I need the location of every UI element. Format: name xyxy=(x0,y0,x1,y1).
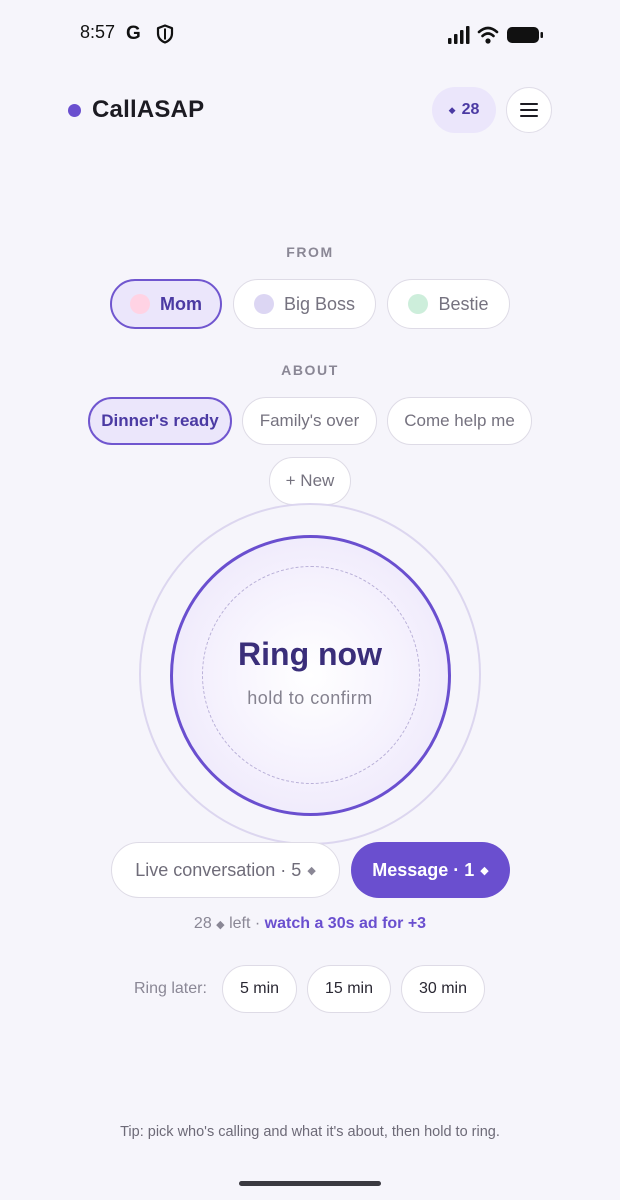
caller-chip-bestie[interactable]: Bestie xyxy=(387,279,510,329)
credits-remaining-count: 28 xyxy=(193,915,212,932)
signal-icon xyxy=(448,26,470,44)
home-indicator[interactable] xyxy=(239,1181,381,1186)
ring-later-15-min[interactable]: 15 min xyxy=(307,965,391,1013)
caller-color-dot xyxy=(130,294,150,314)
diamond-icon: ◆ xyxy=(216,919,225,931)
caller-name: Big Boss xyxy=(283,293,356,314)
watch-ad-link[interactable]: watch a 30s ad for +3 xyxy=(265,915,426,932)
topic-chip-familys-over[interactable]: Family's over xyxy=(242,397,377,445)
topic-chip-come-help-me[interactable]: Come help me xyxy=(387,397,532,445)
battery-icon xyxy=(507,27,543,43)
credits-left-text: left · xyxy=(229,915,261,932)
topic-name: Dinner's ready xyxy=(101,411,219,430)
topic-name: Family's over xyxy=(259,411,360,430)
new-topic-label: + New xyxy=(285,471,335,490)
caller-chip-big-boss[interactable]: Big Boss xyxy=(233,279,376,329)
diamond-icon: ◆ xyxy=(448,104,456,115)
google-icon: G xyxy=(126,23,141,44)
hamburger-icon xyxy=(520,103,538,117)
diamond-icon: ◆ xyxy=(307,864,316,877)
mode-label: Live conversation · 5 xyxy=(135,859,302,880)
status-icons xyxy=(448,26,543,44)
wifi-icon xyxy=(477,26,499,38)
brand-dot xyxy=(68,104,81,117)
caller-color-dot xyxy=(408,294,429,314)
later-option-label: 30 min xyxy=(418,980,468,997)
from-label: FROM xyxy=(286,244,334,260)
credits-count: 28 xyxy=(461,101,480,118)
hold-hint: hold to confirm xyxy=(247,688,373,708)
diamond-icon: ◆ xyxy=(480,864,489,877)
about-label: ABOUT xyxy=(281,362,339,378)
ring-later-5-min[interactable]: 5 min xyxy=(222,965,297,1013)
caller-chip-mom[interactable]: Mom xyxy=(110,279,222,329)
message-button[interactable]: Message · 1 ◆ xyxy=(351,842,510,898)
mode-label: Message · 1 xyxy=(372,859,475,880)
live-conversation-button[interactable]: Live conversation · 5 ◆ xyxy=(111,842,340,898)
ring-now-label: Ring now xyxy=(238,636,382,672)
ring-later-30-min[interactable]: 30 min xyxy=(401,965,485,1013)
ring-progress-track xyxy=(202,566,420,784)
tip-text: Tip: pick who's calling and what it's ab… xyxy=(120,1124,500,1140)
status-time: 8:57 xyxy=(80,22,116,42)
menu-button[interactable] xyxy=(506,87,552,133)
later-option-label: 5 min xyxy=(239,980,280,997)
topic-chip-dinners-ready[interactable]: Dinner's ready xyxy=(88,397,232,445)
app-title: CallASAP xyxy=(92,96,205,123)
caller-name: Mom xyxy=(160,293,202,314)
shield-icon xyxy=(156,24,174,44)
ring-later-label: Ring later: xyxy=(134,980,207,997)
credits-badge[interactable]: ◆ 28 xyxy=(432,87,496,133)
caller-name: Bestie xyxy=(438,293,489,314)
topic-name: Come help me xyxy=(404,411,515,430)
new-topic-button[interactable]: + New xyxy=(269,457,351,505)
later-option-label: 15 min xyxy=(324,980,374,997)
caller-color-dot xyxy=(253,294,274,314)
credits-remaining: 28 ◆ left · watch a 30s ad for +3 xyxy=(0,915,620,933)
